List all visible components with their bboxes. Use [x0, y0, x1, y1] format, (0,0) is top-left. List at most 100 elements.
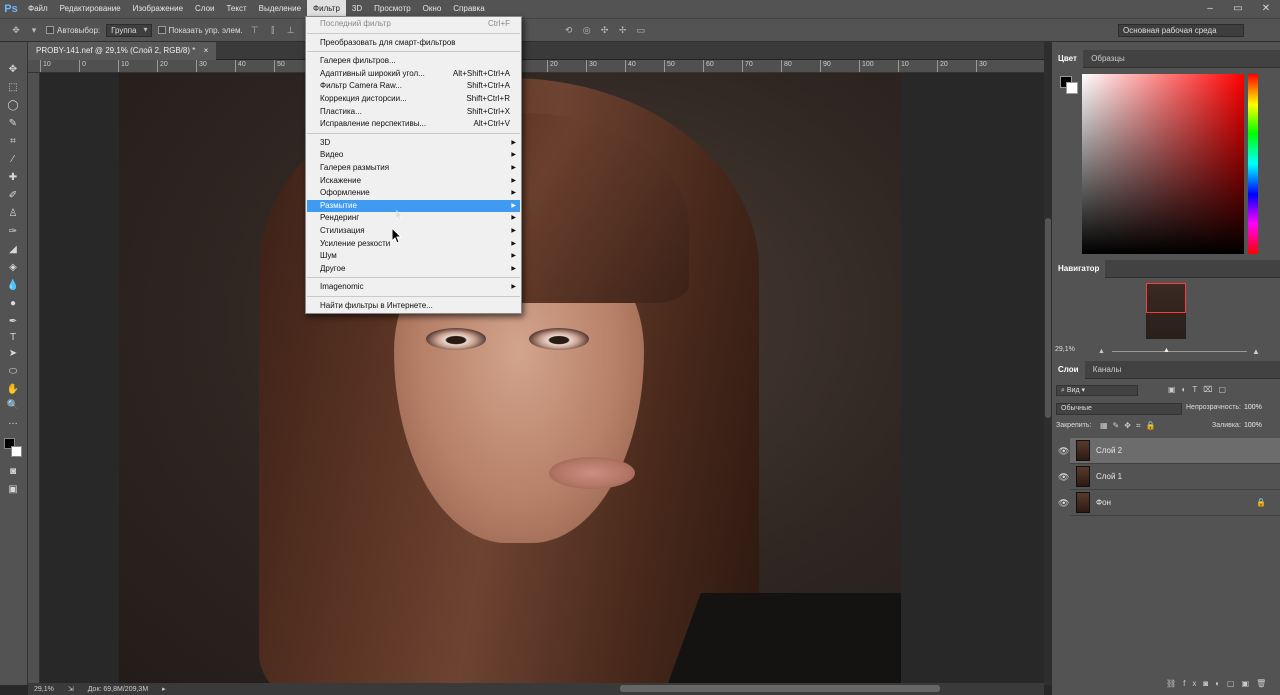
- filter-menu-item[interactable]: Исправление перспективы... Alt+Ctrl+V: [307, 118, 520, 130]
- layer-filter-icons[interactable]: ▣◐T⌧▢: [1168, 385, 1232, 394]
- hand-tool-icon[interactable]: ✋: [4, 382, 22, 398]
- navigator-zoom-slider[interactable]: [1112, 351, 1247, 352]
- paint-bucket-icon[interactable]: ◈: [4, 260, 22, 276]
- menu-item[interactable]: Слои: [189, 0, 220, 18]
- filter-menu-item[interactable]: Адаптивный широкий угол... Alt+Shift+Ctrl…: [307, 68, 520, 80]
- layer-filter-dropdown[interactable]: ⌕ Вид ▾: [1056, 385, 1138, 396]
- align-bottom-icon[interactable]: ⊥: [285, 24, 297, 36]
- show-controls-checkbox[interactable]: Показать упр. элем.: [157, 26, 243, 35]
- dodge-tool-icon[interactable]: ●: [4, 296, 22, 312]
- zoom-in-icon[interactable]: ▲: [1252, 347, 1260, 356]
- 3d-roll-icon[interactable]: ◎: [581, 24, 593, 36]
- filter-menu-item[interactable]: Преобразовать для смарт-фильтров: [307, 37, 520, 49]
- filter-menu-item[interactable]: Стилизация ▶: [307, 225, 520, 237]
- screen-mode-icon[interactable]: ▣: [4, 482, 22, 498]
- horizontal-scrollbar[interactable]: [180, 683, 1044, 695]
- workspace-dropdown[interactable]: Основная рабочая среда: [1118, 24, 1244, 37]
- tab-channels[interactable]: Каналы: [1087, 361, 1127, 379]
- scroll-thumb[interactable]: [1045, 218, 1051, 418]
- menu-item[interactable]: Текст: [220, 0, 252, 18]
- tab-swatches[interactable]: Образцы: [1085, 50, 1131, 68]
- h-scroll-thumb[interactable]: [619, 685, 940, 692]
- autoselect-checkbox[interactable]: Автовыбор:: [46, 26, 100, 35]
- move-tool-icon[interactable]: ✥: [4, 62, 22, 78]
- filter-menu-item[interactable]: Оформление ▶: [307, 187, 520, 199]
- move-icon[interactable]: ✥: [10, 24, 22, 36]
- document-tab[interactable]: PROBY-141.nef @ 29,1% (Слой 2, RGB/8) * …: [28, 42, 217, 60]
- tab-layers[interactable]: Слои: [1052, 361, 1085, 379]
- align-top-icon[interactable]: ⊤: [249, 24, 261, 36]
- pen-tool-icon[interactable]: ✒: [4, 314, 22, 330]
- zoom-tool-icon[interactable]: 🔍: [4, 398, 22, 414]
- 3d-rotate-icon[interactable]: ⟲: [563, 24, 575, 36]
- layer-row[interactable]: 👁 Фон 🔒: [1058, 490, 1280, 516]
- background-color-swatch[interactable]: [11, 446, 22, 457]
- eye-icon[interactable]: 👁: [1058, 464, 1069, 490]
- 3d-scale-icon[interactable]: ▭: [635, 24, 647, 36]
- layer-row[interactable]: 👁 Слой 2: [1058, 438, 1280, 464]
- export-icon[interactable]: ⇲: [68, 685, 74, 693]
- 3d-pan-icon[interactable]: ✣: [599, 24, 611, 36]
- filter-menu-item[interactable]: Галерея фильтров...: [307, 55, 520, 67]
- brush-tool-icon[interactable]: ✐: [4, 188, 22, 204]
- filter-menu-item[interactable]: Галерея размытия ▶: [307, 162, 520, 174]
- filter-menu-item[interactable]: 3D ▶: [307, 137, 520, 149]
- navigator-view-box[interactable]: [1146, 283, 1186, 313]
- filter-menu-item[interactable]: Искажение ▶: [307, 175, 520, 187]
- blend-mode-dropdown[interactable]: Обычные: [1056, 403, 1182, 415]
- healing-brush-icon[interactable]: ✚: [4, 170, 22, 186]
- filter-menu-item[interactable]: Рендеринг ▶: [307, 212, 520, 224]
- menu-item[interactable]: Файл: [22, 0, 54, 18]
- menu-item-blur[interactable]: Размытие ▶: [307, 199, 520, 212]
- layer-actions-bar[interactable]: ⛓fx◙◐▢▣🗑: [1166, 679, 1273, 688]
- zoom-slider-thumb[interactable]: ▲: [1163, 347, 1170, 354]
- clone-stamp-icon[interactable]: ♙: [4, 206, 22, 222]
- hue-slider[interactable]: [1248, 74, 1258, 254]
- minimize-icon[interactable]: –: [1196, 0, 1224, 18]
- close-tab-icon[interactable]: ×: [204, 46, 209, 55]
- autoselect-dropdown[interactable]: Группа: [106, 23, 152, 37]
- tab-color[interactable]: Цвет: [1052, 50, 1083, 68]
- eyedropper-icon[interactable]: ⁄: [4, 152, 22, 168]
- blur-tool-icon[interactable]: 💧: [4, 278, 22, 294]
- menu-item[interactable]: Изображение: [127, 0, 189, 18]
- maximize-icon[interactable]: ▭: [1224, 0, 1252, 18]
- 3d-slide-icon[interactable]: ✢: [617, 24, 629, 36]
- text-tool-icon[interactable]: T: [4, 330, 22, 346]
- bg-color-chip[interactable]: [1066, 82, 1078, 94]
- filter-menu-item[interactable]: Фильтр Camera Raw... Shift+Ctrl+A: [307, 80, 520, 92]
- more-tools-icon[interactable]: …: [4, 414, 22, 430]
- align-middle-icon[interactable]: ⫿: [267, 24, 279, 36]
- menu-item[interactable]: Редактирование: [54, 0, 127, 18]
- eye-icon[interactable]: 👁: [1058, 438, 1069, 464]
- filter-menu-item[interactable]: Видео ▶: [307, 149, 520, 161]
- crop-tool-icon[interactable]: ⌗: [4, 134, 22, 150]
- lasso-tool-icon[interactable]: ◯: [4, 98, 22, 114]
- marquee-tool-icon[interactable]: ⬚: [4, 80, 22, 96]
- opacity-value[interactable]: 100%: [1244, 404, 1262, 411]
- navigator-title[interactable]: Навигатор: [1052, 260, 1106, 278]
- history-brush-icon[interactable]: ✑: [4, 224, 22, 240]
- filter-menu-item[interactable]: Найти фильтры в Интернете...: [307, 300, 520, 312]
- eye-icon[interactable]: 👁: [1058, 490, 1069, 516]
- filter-menu-item[interactable]: Усиление резкости ▶: [307, 238, 520, 250]
- filter-menu-item[interactable]: Коррекция дисторсии... Shift+Ctrl+R: [307, 93, 520, 105]
- menu-item[interactable]: Выделение: [253, 0, 307, 18]
- canvas-area[interactable]: [40, 73, 1044, 683]
- quick-mask-icon[interactable]: ◙: [4, 464, 22, 480]
- navigator-zoom[interactable]: 29,1%: [1055, 346, 1075, 353]
- lock-icons[interactable]: ▦✎✥⌗🔒: [1100, 421, 1160, 431]
- vertical-scrollbar[interactable]: [1044, 42, 1052, 685]
- filter-menu-item[interactable]: Шум ▶: [307, 250, 520, 262]
- color-picker-field[interactable]: [1082, 74, 1244, 254]
- eraser-icon[interactable]: ◢: [4, 242, 22, 258]
- status-arrow-icon[interactable]: ▸: [162, 685, 166, 693]
- zoom-out-icon[interactable]: ▲: [1098, 348, 1105, 355]
- shape-tool-icon[interactable]: ⬭: [4, 364, 22, 380]
- filter-menu-item[interactable]: Imagenomic ▶: [307, 281, 520, 293]
- layer-row[interactable]: 👁 Слой 1: [1058, 464, 1280, 490]
- zoom-level[interactable]: 29,1%: [34, 686, 54, 693]
- path-select-icon[interactable]: ➤: [4, 346, 22, 362]
- quick-select-icon[interactable]: ✎: [4, 116, 22, 132]
- filter-menu-item[interactable]: Пластика... Shift+Ctrl+X: [307, 106, 520, 118]
